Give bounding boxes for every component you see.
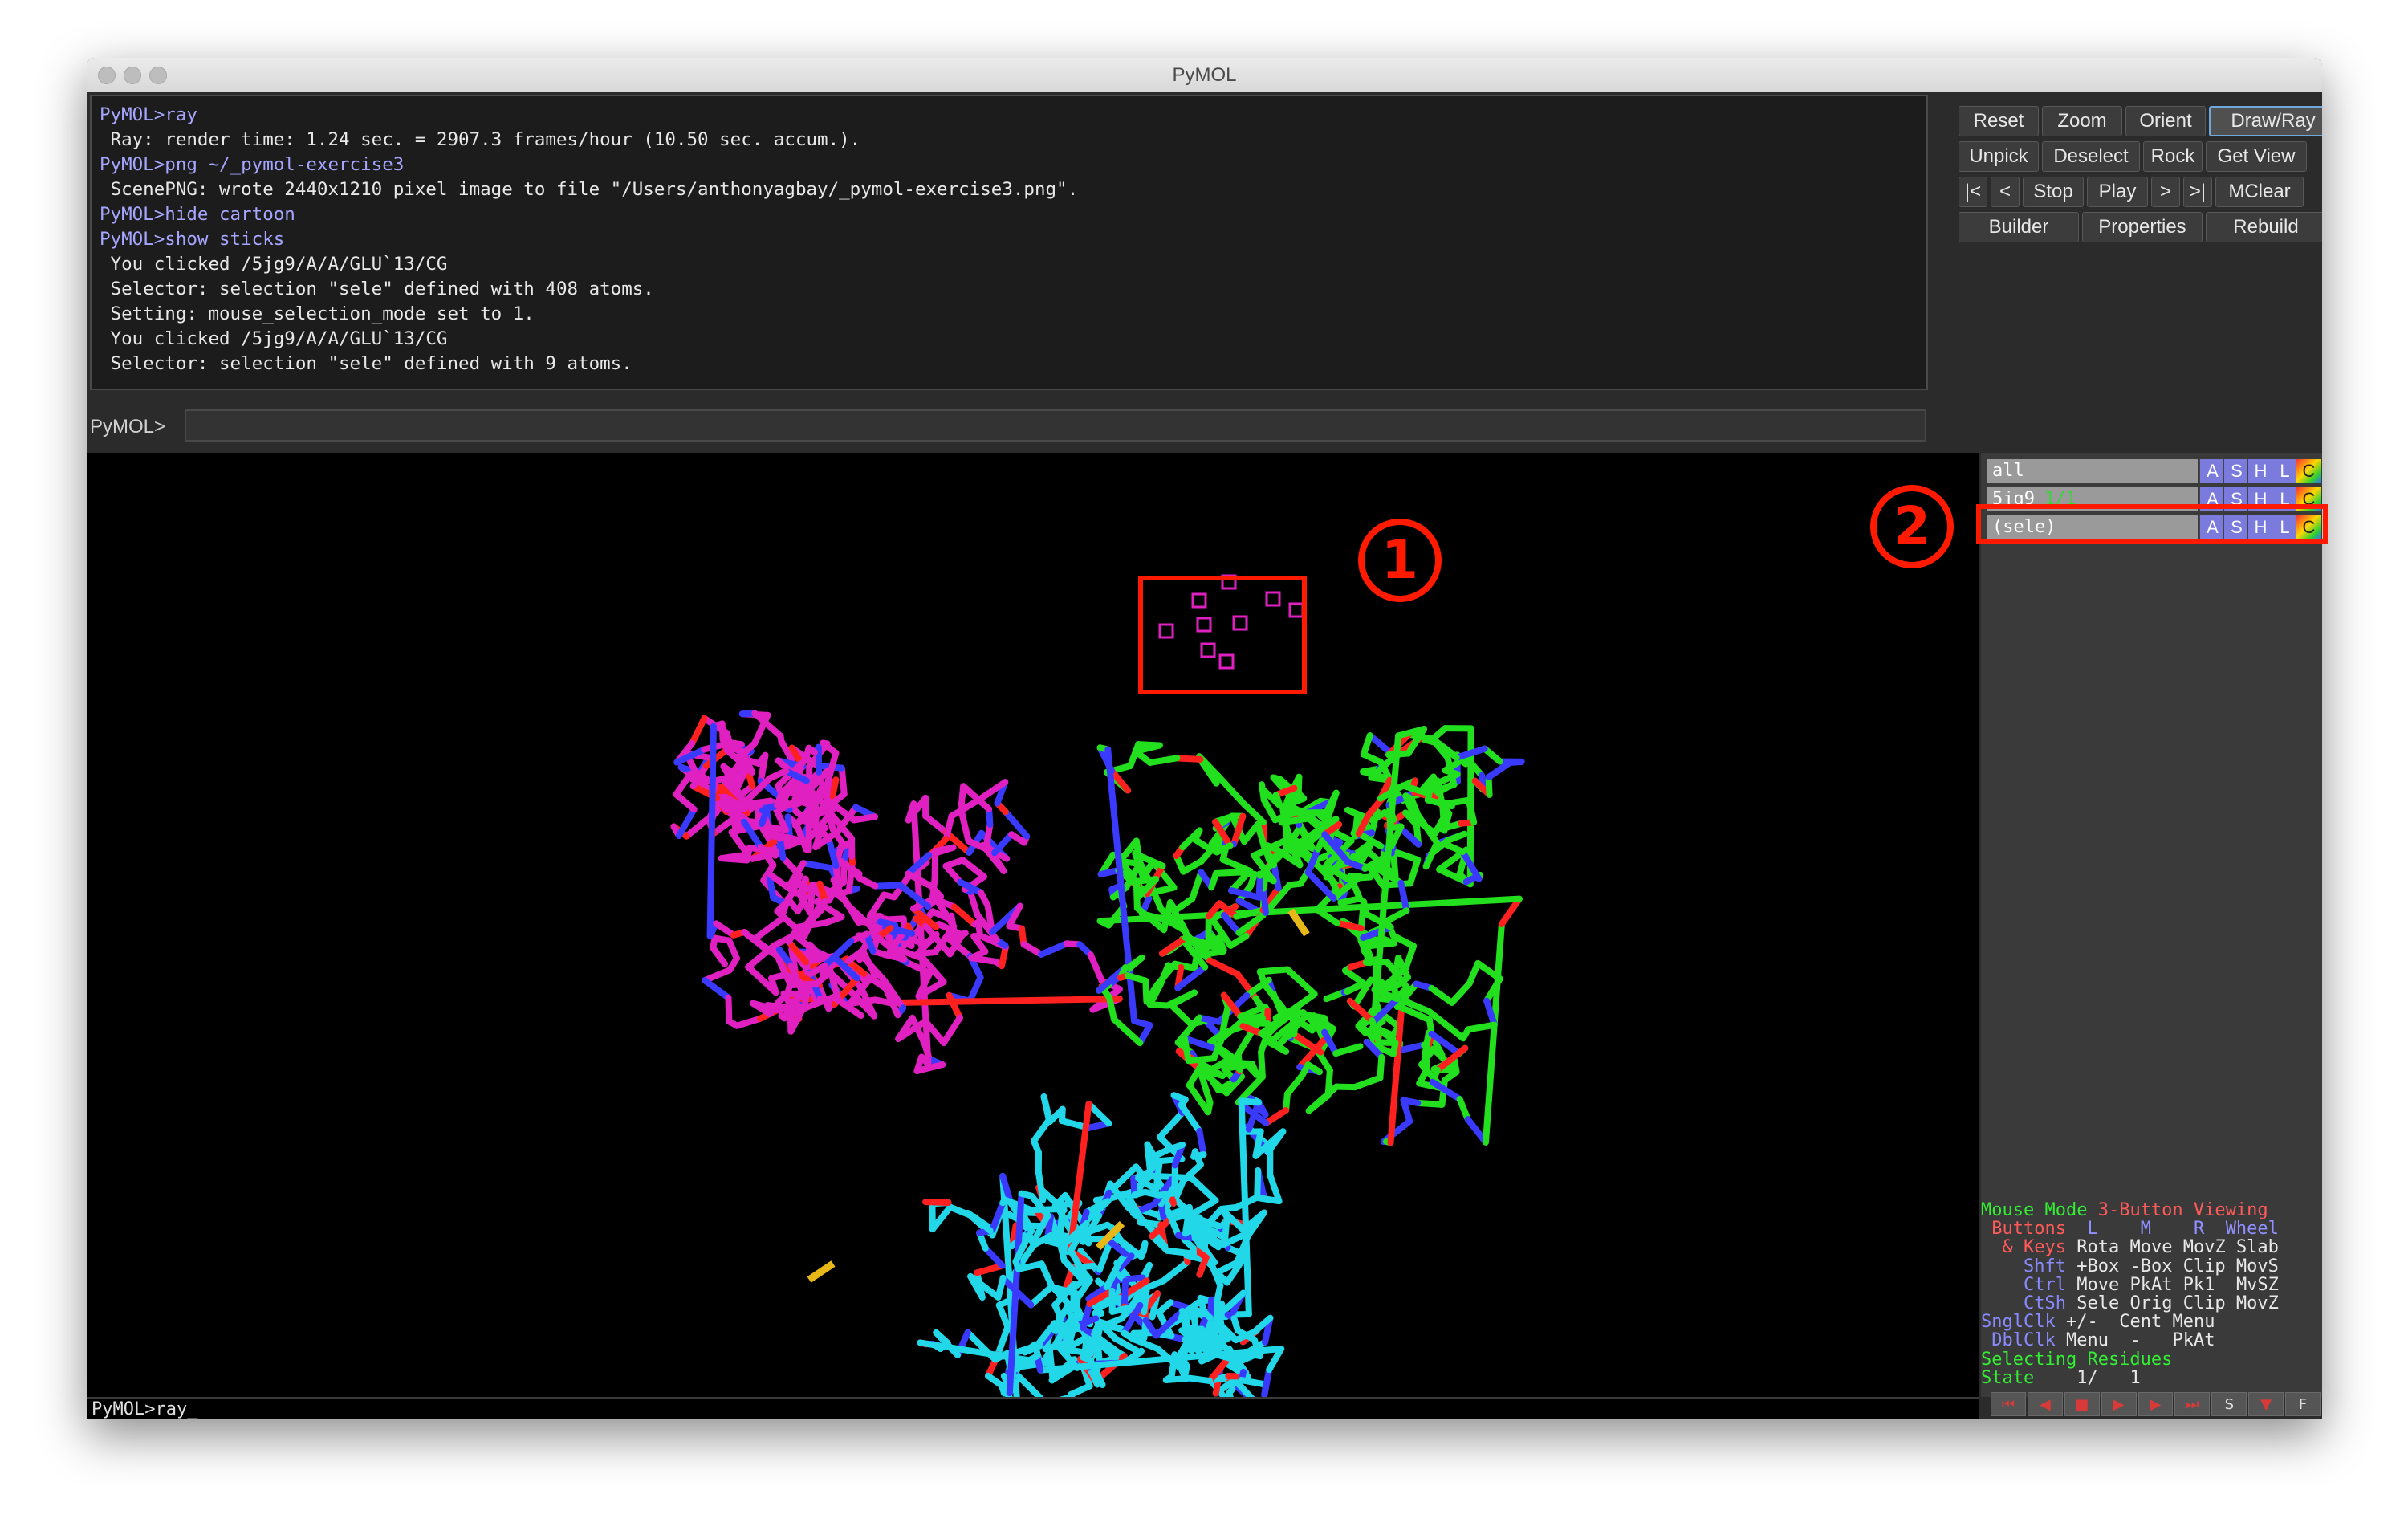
annotation-number-one: 1 [1358, 519, 1442, 602]
toolbar-button-play[interactable]: Play [2087, 177, 2148, 207]
toolbar-button-label: Rebuild [2233, 216, 2299, 238]
toolbar-button-reset[interactable]: Reset [1959, 106, 2039, 136]
mouse-none-row: & Keys Rota Move MovZ Slab [2002, 1237, 2279, 1258]
command-prompt-label: PyMOL> [90, 416, 166, 438]
object-h-button[interactable]: H [2247, 459, 2273, 483]
toolbar-button-builder[interactable]: Builder [1959, 212, 2079, 242]
next-frame-button[interactable]: ▶ [2138, 1392, 2174, 1416]
object-a-button[interactable]: A [2199, 459, 2225, 483]
toolbar-button-rock[interactable]: Rock [2143, 141, 2203, 172]
toolbar-button-label: Rock [2150, 145, 2195, 167]
console-line: PyMOL>hide cartoon [100, 204, 295, 225]
toolbar-button-orient[interactable]: Orient [2125, 106, 2206, 136]
selected-residue-highlight [1138, 576, 1307, 694]
mouse-snglclk-row: SnglClk +/- Cent Menu [1981, 1312, 2215, 1333]
toolbar-button-label: Reset [1973, 110, 2024, 132]
toolbar-button-draw-ray[interactable]: Draw/Ray▾ [2209, 106, 2322, 136]
console-line: Selector: selection "sele" defined with … [100, 279, 654, 299]
toolbar-button-nav-row3-0[interactable]: |< [1959, 177, 1987, 207]
console-line: PyMOL>png ~/_pymol-exercise3 [100, 154, 405, 175]
toolbar-button-label: Get View [2217, 145, 2296, 167]
output-console[interactable]: PyMOL>ray Ray: render time: 1.24 sec. = … [90, 95, 1928, 390]
object-c-button[interactable]: C [2296, 459, 2321, 483]
toolbar-button-deselect[interactable]: Deselect [2042, 141, 2140, 172]
viewer-status-text: PyMOL>ray_ [92, 1399, 198, 1419]
toolbar-button-label: Builder [1988, 216, 2049, 238]
molecule-structure[interactable] [87, 453, 1979, 1397]
console-line: Setting: mouse_selection_mode set to 1. [100, 303, 535, 324]
toolbar-button-properties[interactable]: Properties [2082, 212, 2203, 242]
toolbar-button-label: Unpick [1969, 145, 2028, 167]
mouse-mode-row[interactable]: Mouse Mode 3-Button Viewing [1981, 1201, 2322, 1219]
command-row: PyMOL> [87, 406, 1933, 448]
toolbar-button-get-view[interactable]: Get View [2206, 141, 2307, 172]
toolbar-button-unpick[interactable]: Unpick [1959, 141, 2039, 172]
pymol-window: PyMOL PyMOL>ray Ray: render time: 1.24 s… [87, 58, 2322, 1419]
object-s-button[interactable]: S [2223, 459, 2249, 483]
toolbar-button-label: Stop [2033, 181, 2073, 202]
toolbar-button-nav-row3-1[interactable]: < [1991, 177, 2020, 207]
toolbar-button-label: < [1999, 181, 2011, 202]
console-line: PyMOL>ray [100, 104, 197, 125]
toolbar-button-label: |< [1964, 181, 1982, 202]
object-row-all[interactable]: all A S H L C [1987, 459, 2321, 483]
chain-green[interactable] [1096, 725, 1525, 1146]
toolbar-button-zoom[interactable]: Zoom [2042, 106, 2122, 136]
toolbar-button-rebuild[interactable]: Rebuild [2206, 212, 2322, 242]
toolbar-button-label: Deselect [2053, 145, 2129, 167]
toolbar-button-label: Orient [2139, 110, 2192, 132]
console-line: You clicked /5jg9/A/A/GLU`13/CG [100, 328, 448, 349]
toolbar-button-mclear[interactable]: MClear [2215, 177, 2304, 207]
mouse-dblclk-row: DblClk Menu - PkAt [1991, 1330, 2215, 1351]
viewer-status-line: PyMOL>ray_ [87, 1397, 1979, 1419]
toolbar-button-label: Draw/Ray [2231, 110, 2316, 132]
sele-object-highlight [1976, 504, 2328, 544]
last-frame-button[interactable]: ⏭ [2174, 1392, 2211, 1416]
fullscreen-button[interactable]: F [2285, 1392, 2321, 1416]
disulfide-bond [807, 1260, 836, 1283]
object-name-text: all [1992, 461, 2024, 481]
mouse-mode-info[interactable]: Mouse Mode 3-Button Viewing Buttons L M … [1981, 1201, 2322, 1387]
mouse-buttons-row: Buttons L M R Wheel [1991, 1219, 2279, 1240]
toolbar-button-label: > [2159, 181, 2171, 202]
playback-controls: ⏮ ◀ ■ ▶ ▶ ⏭ S ▼ F [1981, 1392, 2322, 1418]
toolbar-button-label: MClear [2228, 181, 2291, 202]
selecting-mode-row[interactable]: Selecting Residues [1981, 1350, 2322, 1369]
console-line: You clicked /5jg9/A/A/GLU`13/CG [100, 254, 448, 275]
disulfide-bond [1287, 908, 1310, 937]
mouse-ctrl-row: Ctrl Move PkAt Pk1 MvSZ [2023, 1274, 2279, 1295]
toolbar-button-label: Properties [2098, 216, 2186, 238]
object-l-button[interactable]: L [2272, 459, 2297, 483]
state-row: State 1/ 1 [1981, 1367, 2141, 1388]
mouse-ctsh-row: CtSh Sele Orig Clip MovZ [2023, 1293, 2279, 1314]
chain-magenta[interactable] [670, 710, 1123, 1074]
annotation-number-two: 2 [1870, 485, 1954, 568]
toolbar-button-label: Play [2098, 181, 2137, 202]
control-button-panel: Reset Zoom Orient Draw/Ray▾ Unpick Deselect R… [1949, 95, 2322, 279]
command-input[interactable] [185, 409, 1926, 442]
play-button[interactable]: ▶ [2101, 1392, 2137, 1416]
window-title: PyMOL [1172, 64, 1237, 86]
scene-button[interactable]: S [2211, 1392, 2247, 1416]
toolbar-button-label: Zoom [2057, 110, 2107, 132]
console-line: ScenePNG: wrote 2440x1210 pixel image to… [100, 179, 1079, 200]
scene-menu-button[interactable]: ▼ [2248, 1392, 2284, 1416]
previous-frame-button[interactable]: ◀ [2027, 1392, 2063, 1416]
stop-button[interactable]: ■ [2064, 1392, 2100, 1416]
object-name[interactable]: all [1987, 459, 2198, 483]
toolbar-button-nav-row3-5[interactable]: >| [2183, 177, 2212, 207]
title-bar: PyMOL [87, 58, 2322, 92]
console-line: Selector: selection "sele" defined with … [100, 353, 633, 374]
molecular-viewer[interactable] [87, 453, 1979, 1397]
first-frame-button[interactable]: ⏮ [1991, 1392, 2026, 1416]
mouse-shft-row: Shft +Box -Box Clip MovS [2023, 1256, 2279, 1276]
toolbar-button-stop[interactable]: Stop [2023, 177, 2084, 207]
toolbar-button-nav-row3-4[interactable]: > [2151, 177, 2180, 207]
console-line: Ray: render time: 1.24 sec. = 2907.3 fra… [100, 129, 861, 150]
console-line: PyMOL>show sticks [100, 229, 285, 250]
toolbar-button-label: >| [2189, 181, 2207, 202]
